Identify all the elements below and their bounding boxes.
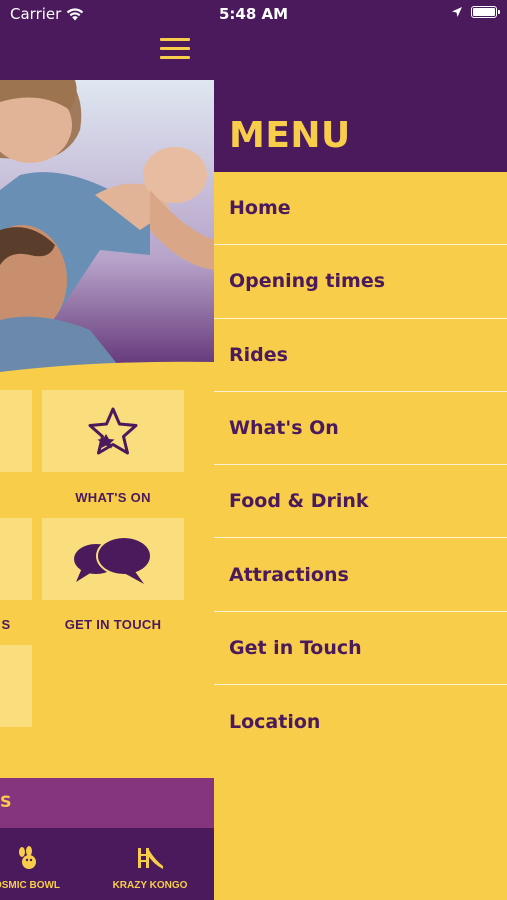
hero-image [0, 80, 214, 380]
tile-partial-3[interactable] [0, 645, 32, 727]
bowling-icon [19, 846, 36, 869]
background-app-content: WHAT'S ON S GET IN TOUCH S OSMIC BOWL KR… [0, 0, 214, 900]
menu-item-home[interactable]: Home [214, 172, 507, 246]
clock: 5:48 AM [218, 5, 289, 23]
hamburger-menu-icon[interactable] [160, 38, 190, 64]
chat-bubbles-icon [74, 536, 152, 584]
menu-item-food-drink[interactable]: Food & Drink [214, 465, 507, 539]
star-icon [88, 407, 138, 455]
tile-whats-on-label: WHAT'S ON [75, 490, 151, 505]
tab-krazy-kongo-label: KRAZY KONGO [112, 880, 188, 891]
menu-item-whats-on[interactable]: What's On [214, 392, 507, 466]
menu-item-get-in-touch[interactable]: Get in Touch [214, 612, 507, 686]
menu-item-attractions[interactable]: Attractions [214, 538, 507, 612]
location-arrow-icon [452, 7, 462, 17]
tile-partial-2[interactable] [0, 518, 32, 600]
battery-icon [471, 6, 500, 18]
tile-get-in-touch[interactable] [42, 518, 184, 600]
slide-icon [138, 848, 163, 869]
menu-item-rides[interactable]: Rides [214, 319, 507, 392]
menu-item-location[interactable]: Location [214, 685, 507, 758]
bottom-tab-bar: OSMIC BOWL KRAZY KONGO [0, 828, 214, 900]
tab-cosmic-bowl[interactable]: OSMIC BOWL [0, 846, 62, 891]
tile-whats-on[interactable] [42, 390, 184, 472]
tile-get-in-touch-label: GET IN TOUCH [64, 617, 162, 632]
menu-list: Home Opening times Rides What's On Food … [214, 172, 507, 758]
tab-krazy-kongo[interactable]: KRAZY KONGO [108, 846, 192, 891]
status-bar: Carrier 5:48 AM [0, 0, 507, 28]
menu-title: MENU [229, 115, 351, 156]
tile-partial-1[interactable] [0, 390, 32, 472]
tile-partial-2-label: S [1, 617, 11, 632]
promo-banner[interactable]: S [0, 778, 214, 828]
tab-cosmic-bowl-label: OSMIC BOWL [0, 880, 61, 891]
side-menu: MENU Home Opening times Rides What's On … [214, 0, 507, 900]
menu-item-opening-times[interactable]: Opening times [214, 245, 507, 319]
